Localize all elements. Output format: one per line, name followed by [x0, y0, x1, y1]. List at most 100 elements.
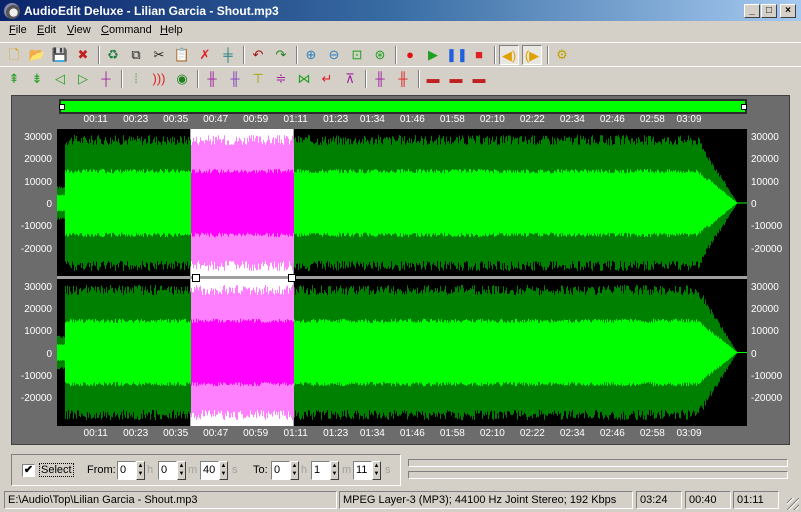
- maximize-button[interactable]: □: [761, 4, 777, 18]
- settings-icon: ⚙: [556, 47, 568, 62]
- from-seconds-input[interactable]: 40: [200, 461, 219, 480]
- trim-end-button[interactable]: ▬: [446, 69, 466, 89]
- overview-start-handle[interactable]: [59, 104, 65, 110]
- menu-command[interactable]: Command: [101, 24, 152, 36]
- menu-file[interactable]: File: [9, 24, 27, 36]
- trim-start-icon: ▬: [426, 71, 440, 86]
- copy-button[interactable]: ⧉: [126, 45, 146, 65]
- convert-button[interactable]: ♻: [103, 45, 123, 65]
- close-button[interactable]: ×: [780, 4, 796, 18]
- zoom-all-icon: ⊛: [374, 47, 386, 62]
- zoom-out-button[interactable]: ⊖: [324, 45, 344, 65]
- to-seconds-spinner[interactable]: ▲ ▼: [372, 461, 381, 480]
- settings-button[interactable]: ⚙: [552, 45, 572, 65]
- toolbar-separator: [197, 70, 199, 88]
- remove-marker-button[interactable]: ╫: [393, 69, 413, 89]
- amplitude-label: 30000: [24, 131, 52, 143]
- echo-button[interactable]: ))): [149, 69, 169, 89]
- from-minutes-input[interactable]: 0: [158, 461, 177, 480]
- from-minutes-spinner[interactable]: ▲ ▼: [177, 461, 186, 480]
- pitch-button[interactable]: ↵: [317, 69, 337, 89]
- timeline-tick: 01:23: [323, 428, 349, 439]
- delete-selection-button[interactable]: ✗: [195, 45, 215, 65]
- invert-button[interactable]: ╫: [225, 69, 245, 89]
- reverse-button[interactable]: ╫: [202, 69, 222, 89]
- zoom-all-button[interactable]: ⊛: [370, 45, 390, 65]
- title-bar: AudioEdit Deluxe - Lilian Garcia - Shout…: [0, 0, 801, 22]
- selection-panel: ✔ Select From: 0 ▲ ▼ h 0 ▲ ▼ m 40 ▲ ▼ s To:…: [11, 454, 401, 486]
- equalizer-button[interactable]: ⊤: [248, 69, 268, 89]
- timeline-tick: 00:47: [203, 114, 229, 125]
- overview-end-handle[interactable]: [741, 104, 747, 110]
- amplitude-label: 20000: [751, 154, 779, 166]
- select-checkbox[interactable]: ✔: [22, 464, 35, 477]
- menu-edit[interactable]: Edit: [37, 24, 56, 36]
- selection-end-handle[interactable]: [288, 274, 296, 282]
- insert-audio-button[interactable]: ╪: [218, 45, 238, 65]
- select-label[interactable]: Select: [39, 463, 74, 477]
- overview-bar[interactable]: [59, 99, 747, 114]
- selection-start-handle[interactable]: [192, 274, 200, 282]
- from-hours-input[interactable]: 0: [117, 461, 136, 480]
- timeline-tick: 00:23: [123, 114, 149, 125]
- minimize-button[interactable]: _: [744, 4, 760, 18]
- remove-marker-icon: ╫: [398, 71, 408, 86]
- toolbar-separator: [547, 46, 549, 64]
- new-file-button[interactable]: 🗋: [4, 45, 24, 65]
- zoom-in-button[interactable]: ⊕: [301, 45, 321, 65]
- attenuate-button[interactable]: ⇟: [27, 69, 47, 89]
- invert-icon: ╫: [230, 71, 240, 86]
- waveform-channel-right[interactable]: [57, 279, 747, 426]
- record-button[interactable]: ●: [400, 45, 420, 65]
- right-channel-button[interactable]: (▶: [522, 45, 542, 65]
- to-minutes-spinner[interactable]: ▲ ▼: [330, 461, 339, 480]
- play-button[interactable]: ▶: [423, 45, 443, 65]
- amplitude-label: 10000: [24, 176, 52, 188]
- save-file-button[interactable]: 💾: [50, 45, 70, 65]
- trim-end-icon: ▬: [449, 71, 463, 86]
- filter-button[interactable]: ⊼: [340, 69, 360, 89]
- minutes-unit: m: [188, 464, 198, 476]
- stretch-button[interactable]: ⋈: [294, 69, 314, 89]
- paste-button[interactable]: 📋: [172, 45, 192, 65]
- effects-button[interactable]: ◉: [172, 69, 192, 89]
- undo-button[interactable]: ↶: [248, 45, 268, 65]
- trim-both-button[interactable]: ▬: [469, 69, 489, 89]
- balance-button[interactable]: ≑: [271, 69, 291, 89]
- cut-button[interactable]: ✂: [149, 45, 169, 65]
- timeline-tick: 00:47: [203, 428, 229, 439]
- stop-button[interactable]: ■: [469, 45, 489, 65]
- fade-out-button[interactable]: ▷: [73, 69, 93, 89]
- waveform-channel-left[interactable]: [57, 129, 747, 277]
- to-hours-input[interactable]: 0: [271, 461, 290, 480]
- timeline-tick: 01:23: [323, 114, 349, 125]
- status-bar: E:\Audio\Top\Lilian Garcia - Shout.mp3 M…: [0, 489, 801, 512]
- zoom-selection-button[interactable]: ⊡: [347, 45, 367, 65]
- from-seconds-spinner[interactable]: ▲ ▼: [219, 461, 228, 480]
- redo-button[interactable]: ↷: [271, 45, 291, 65]
- fade-in-button[interactable]: ◁: [50, 69, 70, 89]
- to-hours-spinner[interactable]: ▲ ▼: [290, 461, 299, 480]
- silence-button[interactable]: ⁞: [126, 69, 146, 89]
- timeline-tick: 02:22: [519, 114, 545, 125]
- fade-out-icon: ▷: [78, 71, 88, 86]
- left-channel-button[interactable]: ◀): [499, 45, 519, 65]
- open-file-button[interactable]: 📂: [27, 45, 47, 65]
- resize-grip[interactable]: [787, 498, 799, 510]
- pause-button[interactable]: ❚❚: [446, 45, 468, 65]
- to-seconds-input[interactable]: 11: [353, 461, 372, 480]
- normalize-button[interactable]: ┼: [96, 69, 116, 89]
- close-file-button[interactable]: ✖: [73, 45, 93, 65]
- amplitude-label: -10000: [20, 221, 52, 233]
- amplify-button[interactable]: ⇞: [4, 69, 24, 89]
- timeline-tick: 02:34: [559, 428, 585, 439]
- trim-start-button[interactable]: ▬: [423, 69, 443, 89]
- to-minutes-input[interactable]: 1: [311, 461, 330, 480]
- amplitude-label: -10000: [20, 370, 52, 382]
- from-hours-spinner[interactable]: ▲ ▼: [136, 461, 145, 480]
- insert-marker-button[interactable]: ╫: [370, 69, 390, 89]
- timeline-ruler-top: 00:11 00:23 00:35 00:47 00:59 01:11 01:23 01:34…: [59, 114, 747, 128]
- timeline-tick: 02:58: [639, 428, 665, 439]
- menu-view[interactable]: View: [67, 24, 91, 36]
- menu-help[interactable]: Help: [160, 24, 183, 36]
